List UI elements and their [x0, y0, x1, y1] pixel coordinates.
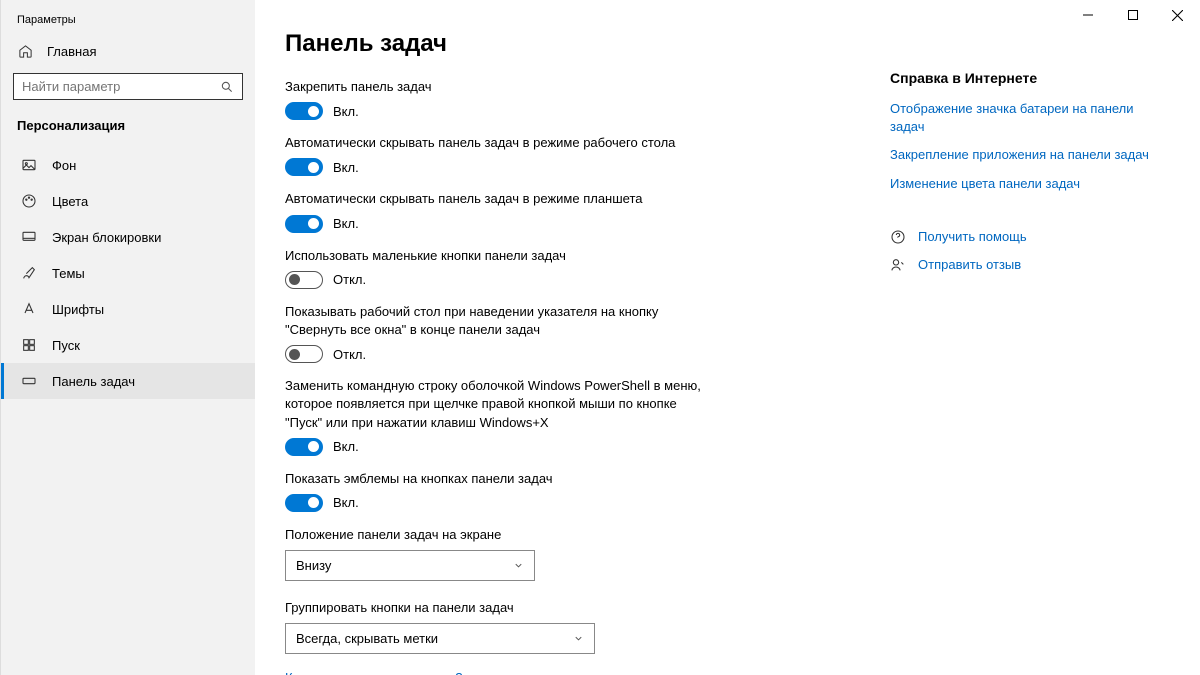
home-nav[interactable]: Главная — [1, 36, 255, 67]
feedback-label: Отправить отзыв — [918, 257, 1021, 272]
dropdown-combine[interactable]: Всегда, скрывать метки — [285, 623, 595, 654]
dropdown-value: Внизу — [296, 558, 331, 573]
minimize-button[interactable] — [1065, 0, 1110, 30]
nav-taskbar[interactable]: Панель задач — [1, 363, 255, 399]
nav-start[interactable]: Пуск — [1, 327, 255, 363]
setting-label: Закрепить панель задач — [285, 78, 715, 96]
toggle-switch[interactable] — [285, 271, 323, 289]
setting-label: Показывать рабочий стол при наведении ук… — [285, 303, 715, 339]
aside-title: Справка в Интернете — [890, 70, 1150, 86]
setting-position: Положение панели задач на экране Внизу — [285, 526, 715, 581]
aside-link-color[interactable]: Изменение цвета панели задач — [890, 175, 1150, 193]
aside-link-pin[interactable]: Закрепление приложения на панели задач — [890, 146, 1150, 164]
setting-peek-desktop: Показывать рабочий стол при наведении ук… — [285, 303, 715, 363]
get-help-label: Получить помощь — [918, 229, 1027, 244]
toggle-state: Вкл. — [333, 439, 359, 454]
search-icon — [220, 80, 234, 94]
setting-label: Группировать кнопки на панели задач — [285, 599, 715, 617]
dropdown-position[interactable]: Внизу — [285, 550, 535, 581]
picture-icon — [20, 157, 38, 173]
nav-label: Фон — [52, 158, 76, 173]
settings-sidebar: Параметры Главная Персонализация Фон Цве… — [0, 0, 255, 675]
help-icon — [890, 229, 906, 245]
setting-badges: Показать эмблемы на кнопках панели задач… — [285, 470, 715, 512]
nav-colors[interactable]: Цвета — [1, 183, 255, 219]
help-aside: Справка в Интернете Отображение значка б… — [890, 30, 1170, 675]
chevron-down-icon — [513, 560, 524, 571]
setting-autohide-desktop: Автоматически скрывать панель задач в ре… — [285, 134, 715, 176]
home-label: Главная — [47, 44, 96, 59]
setting-powershell: Заменить командную строку оболочкой Wind… — [285, 377, 715, 456]
aside-link-battery[interactable]: Отображение значка батареи на панели зад… — [890, 100, 1150, 136]
toggle-state: Вкл. — [333, 495, 359, 510]
settings-content: Панель задач Закрепить панель задач Вкл.… — [285, 30, 715, 675]
app-title: Параметры — [1, 12, 255, 36]
main-area: Панель задач Закрепить панель задач Вкл.… — [255, 0, 1200, 675]
nav-label: Пуск — [52, 338, 80, 353]
page-title: Панель задач — [285, 30, 715, 58]
feedback-icon — [890, 257, 906, 273]
nav-label: Панель задач — [52, 374, 135, 389]
nav-fonts[interactable]: Шрифты — [1, 291, 255, 327]
nav-label: Темы — [52, 266, 85, 281]
setting-label: Положение панели задач на экране — [285, 526, 715, 544]
help-link[interactable]: Как настроить панели задач? — [285, 670, 462, 675]
toggle-switch[interactable] — [285, 438, 323, 456]
toggle-switch[interactable] — [285, 158, 323, 176]
setting-small-buttons: Использовать маленькие кнопки панели зад… — [285, 247, 715, 289]
search-input[interactable] — [22, 79, 220, 94]
toggle-switch[interactable] — [285, 215, 323, 233]
maximize-button[interactable] — [1110, 0, 1155, 30]
toggle-state: Вкл. — [333, 160, 359, 175]
start-icon — [20, 337, 38, 353]
home-icon — [17, 44, 33, 59]
feedback-link[interactable]: Отправить отзыв — [890, 257, 1150, 273]
setting-label: Автоматически скрывать панель задач в ре… — [285, 134, 715, 152]
toggle-switch[interactable] — [285, 102, 323, 120]
window-controls — [1065, 0, 1200, 30]
toggle-state: Вкл. — [333, 104, 359, 119]
font-icon — [20, 301, 38, 317]
nav-label: Шрифты — [52, 302, 104, 317]
setting-label: Заменить командную строку оболочкой Wind… — [285, 377, 715, 432]
section-title: Персонализация — [1, 112, 255, 147]
toggle-switch[interactable] — [285, 494, 323, 512]
nav-background[interactable]: Фон — [1, 147, 255, 183]
close-button[interactable] — [1155, 0, 1200, 30]
setting-lock-taskbar: Закрепить панель задач Вкл. — [285, 78, 715, 120]
toggle-state: Откл. — [333, 347, 366, 362]
toggle-switch[interactable] — [285, 345, 323, 363]
search-box[interactable] — [13, 73, 243, 100]
nav-themes[interactable]: Темы — [1, 255, 255, 291]
toggle-state: Вкл. — [333, 216, 359, 231]
toggle-state: Откл. — [333, 272, 366, 287]
setting-combine: Группировать кнопки на панели задач Всег… — [285, 599, 715, 654]
palette-icon — [20, 193, 38, 209]
brush-icon — [20, 265, 38, 281]
nav-lockscreen[interactable]: Экран блокировки — [1, 219, 255, 255]
get-help-link[interactable]: Получить помощь — [890, 229, 1150, 245]
nav-label: Экран блокировки — [52, 230, 161, 245]
setting-label: Автоматически скрывать панель задач в ре… — [285, 190, 715, 208]
chevron-down-icon — [573, 633, 584, 644]
lockscreen-icon — [20, 229, 38, 245]
setting-label: Использовать маленькие кнопки панели зад… — [285, 247, 715, 265]
nav-label: Цвета — [52, 194, 88, 209]
dropdown-value: Всегда, скрывать метки — [296, 631, 438, 646]
setting-label: Показать эмблемы на кнопках панели задач — [285, 470, 715, 488]
setting-autohide-tablet: Автоматически скрывать панель задач в ре… — [285, 190, 715, 232]
taskbar-icon — [20, 373, 38, 389]
